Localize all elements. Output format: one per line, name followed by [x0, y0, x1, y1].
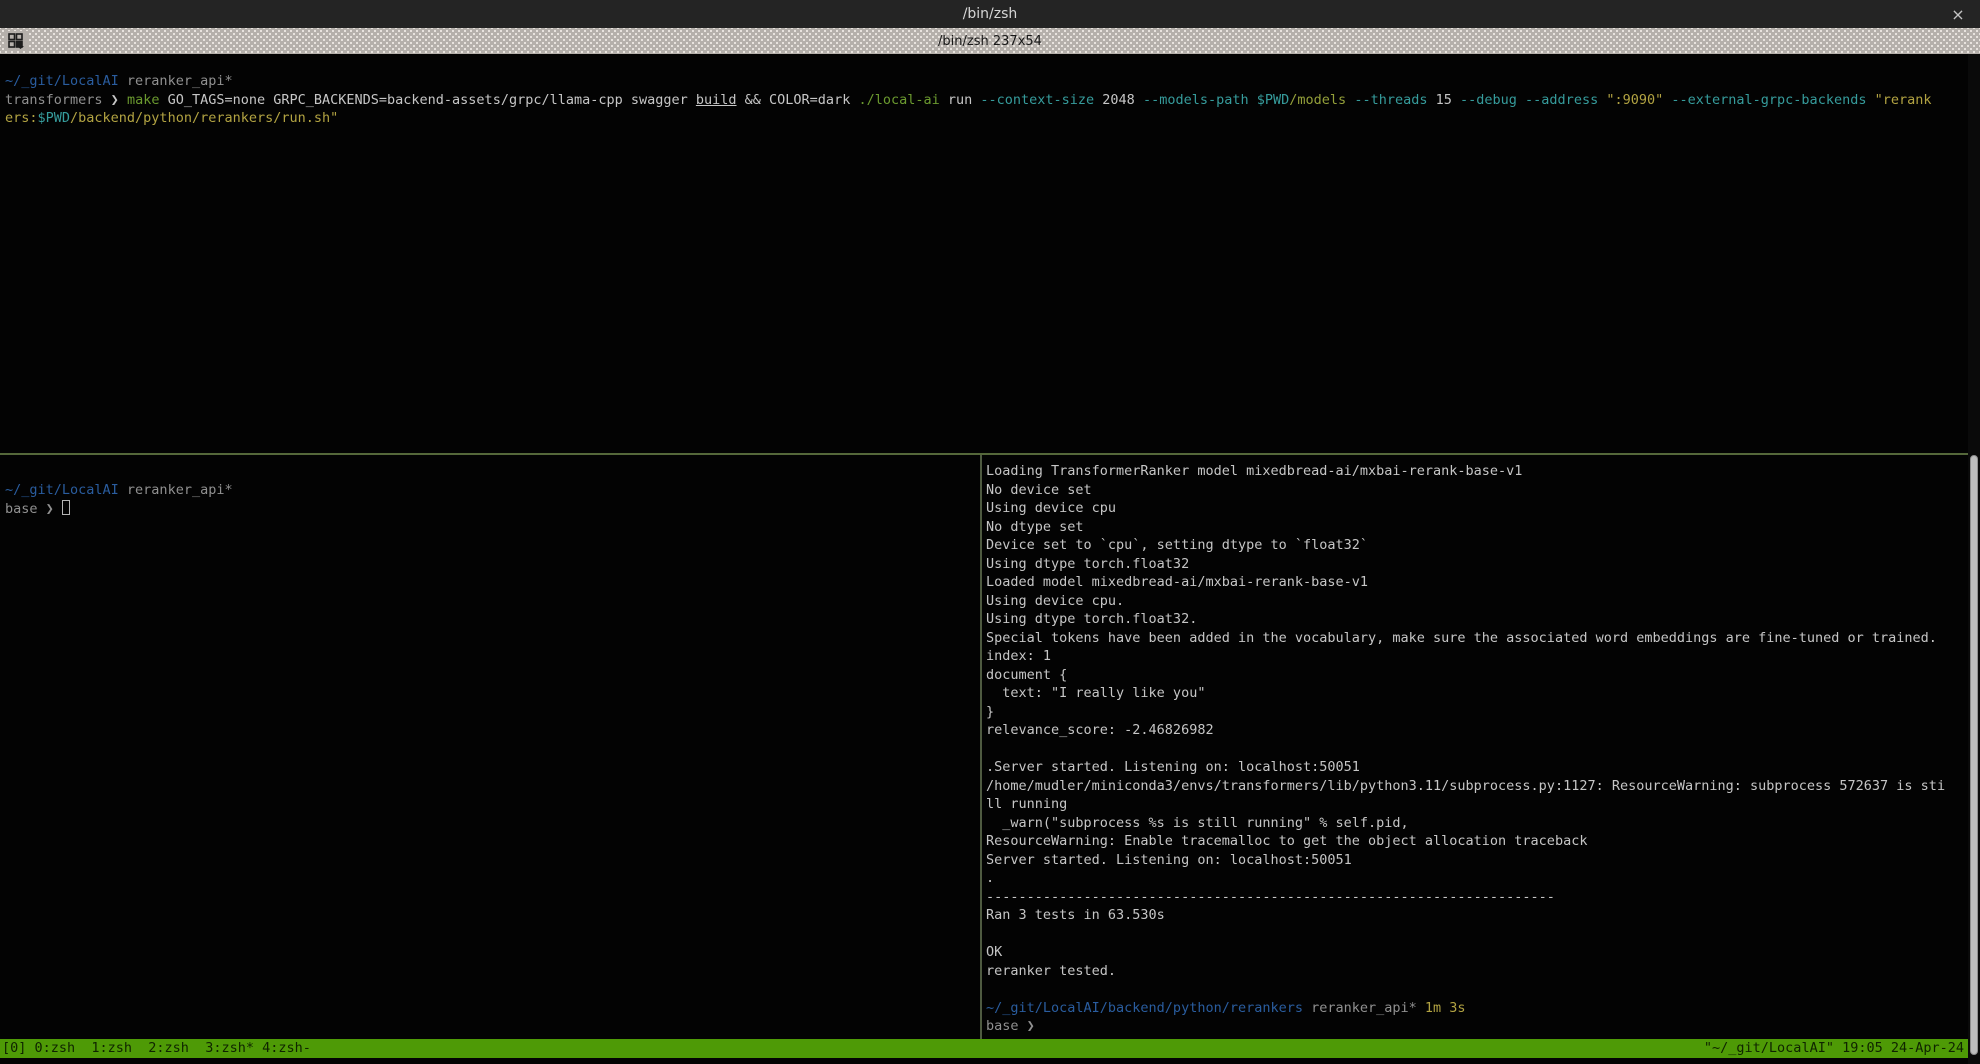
layout-grid-icon[interactable]	[4, 31, 28, 51]
window-titlebar: /bin/zsh ×	[0, 0, 1980, 28]
terminal-line: ~/_git/LocalAI reranker_api*	[5, 72, 1956, 91]
terminal-line: ~/_git/LocalAI/backend/python/rerankers …	[986, 999, 1954, 1018]
tab-title: /bin/zsh 237x54	[938, 34, 1042, 49]
terminal-screen: ~/_git/LocalAI reranker_api*transformers…	[0, 54, 1980, 1064]
terminal-line: Loaded model mixedbread-ai/mxbai-rerank-…	[986, 573, 1954, 592]
terminal-line: No dtype set	[986, 518, 1954, 537]
terminal-line: Using device cpu	[986, 499, 1954, 518]
terminal-line: }	[986, 703, 1954, 722]
tmux-status-bar: [0] 0:zsh 1:zsh 2:zsh 3:zsh* 4:zsh- "~/_…	[0, 1039, 1968, 1058]
terminal-line: transformers ❯ make GO_TAGS=none GRPC_BA…	[5, 91, 1956, 110]
terminal-line: Using device cpu.	[986, 592, 1954, 611]
terminal-line: Using dtype torch.float32	[986, 555, 1954, 574]
tmux-window-list: [0] 0:zsh 1:zsh 2:zsh 3:zsh* 4:zsh-	[2, 1039, 311, 1058]
terminal-line: index: 1	[986, 647, 1954, 666]
terminal-line: Device set to `cpu`, setting dtype to `f…	[986, 536, 1954, 555]
terminal-pane-bottom-right[interactable]: Loading TransformerRanker model mixedbre…	[986, 462, 1954, 1036]
scrollbar-thumb[interactable]	[1970, 455, 1978, 1055]
terminal-line: Server started. Listening on: localhost:…	[986, 851, 1954, 870]
terminal-line: _warn("subprocess %s is still running" %…	[986, 814, 1954, 833]
terminal-line: .	[986, 869, 1954, 888]
terminal-line: No device set	[986, 481, 1954, 500]
tmux-vertical-pane-border	[980, 455, 982, 1039]
terminal-line: Ran 3 tests in 63.530s	[986, 906, 1954, 925]
tab-bar: /bin/zsh 237x54	[0, 28, 1980, 54]
terminal-line: .Server started. Listening on: localhost…	[986, 758, 1954, 777]
terminal-line: base ❯	[5, 500, 973, 519]
terminal-pane-bottom-left[interactable]: ~/_git/LocalAI reranker_api*base ❯	[5, 481, 973, 518]
terminal-line: ResourceWarning: Enable tracemalloc to g…	[986, 832, 1954, 851]
terminal-line: ll running	[986, 795, 1954, 814]
terminal-line: reranker tested.	[986, 962, 1954, 981]
terminal-line: Using dtype torch.float32.	[986, 610, 1954, 629]
terminal-line	[986, 925, 1954, 944]
terminal-pane-top[interactable]: ~/_git/LocalAI reranker_api*transformers…	[5, 72, 1956, 128]
terminal-line: /home/mudler/miniconda3/envs/transformer…	[986, 777, 1954, 796]
window-title: /bin/zsh	[963, 6, 1018, 22]
terminal-line	[986, 740, 1954, 759]
tmux-horizontal-pane-border	[0, 453, 1968, 455]
terminal-line: Special tokens have been added in the vo…	[986, 629, 1954, 648]
terminal-line: ers:$PWD/backend/python/rerankers/run.sh…	[5, 109, 1956, 128]
terminal-cursor	[62, 500, 70, 515]
terminal-line: relevance_score: -2.46826982	[986, 721, 1954, 740]
terminal-line: text: "I really like you"	[986, 684, 1954, 703]
terminal-line: ~/_git/LocalAI reranker_api*	[5, 481, 973, 500]
terminal-line: base ❯	[986, 1017, 1954, 1036]
terminal-line	[986, 980, 1954, 999]
tmux-status-right: "~/_git/LocalAI" 19:05 24-Apr-24	[1704, 1039, 1964, 1058]
terminal-line: ----------------------------------------…	[986, 888, 1954, 907]
terminal-line: Loading TransformerRanker model mixedbre…	[986, 462, 1954, 481]
terminal-line: document {	[986, 666, 1954, 685]
terminal-line: OK	[986, 943, 1954, 962]
close-x-icon[interactable]: ×	[1946, 0, 1970, 28]
scrollbar-track[interactable]	[1968, 54, 1980, 1064]
